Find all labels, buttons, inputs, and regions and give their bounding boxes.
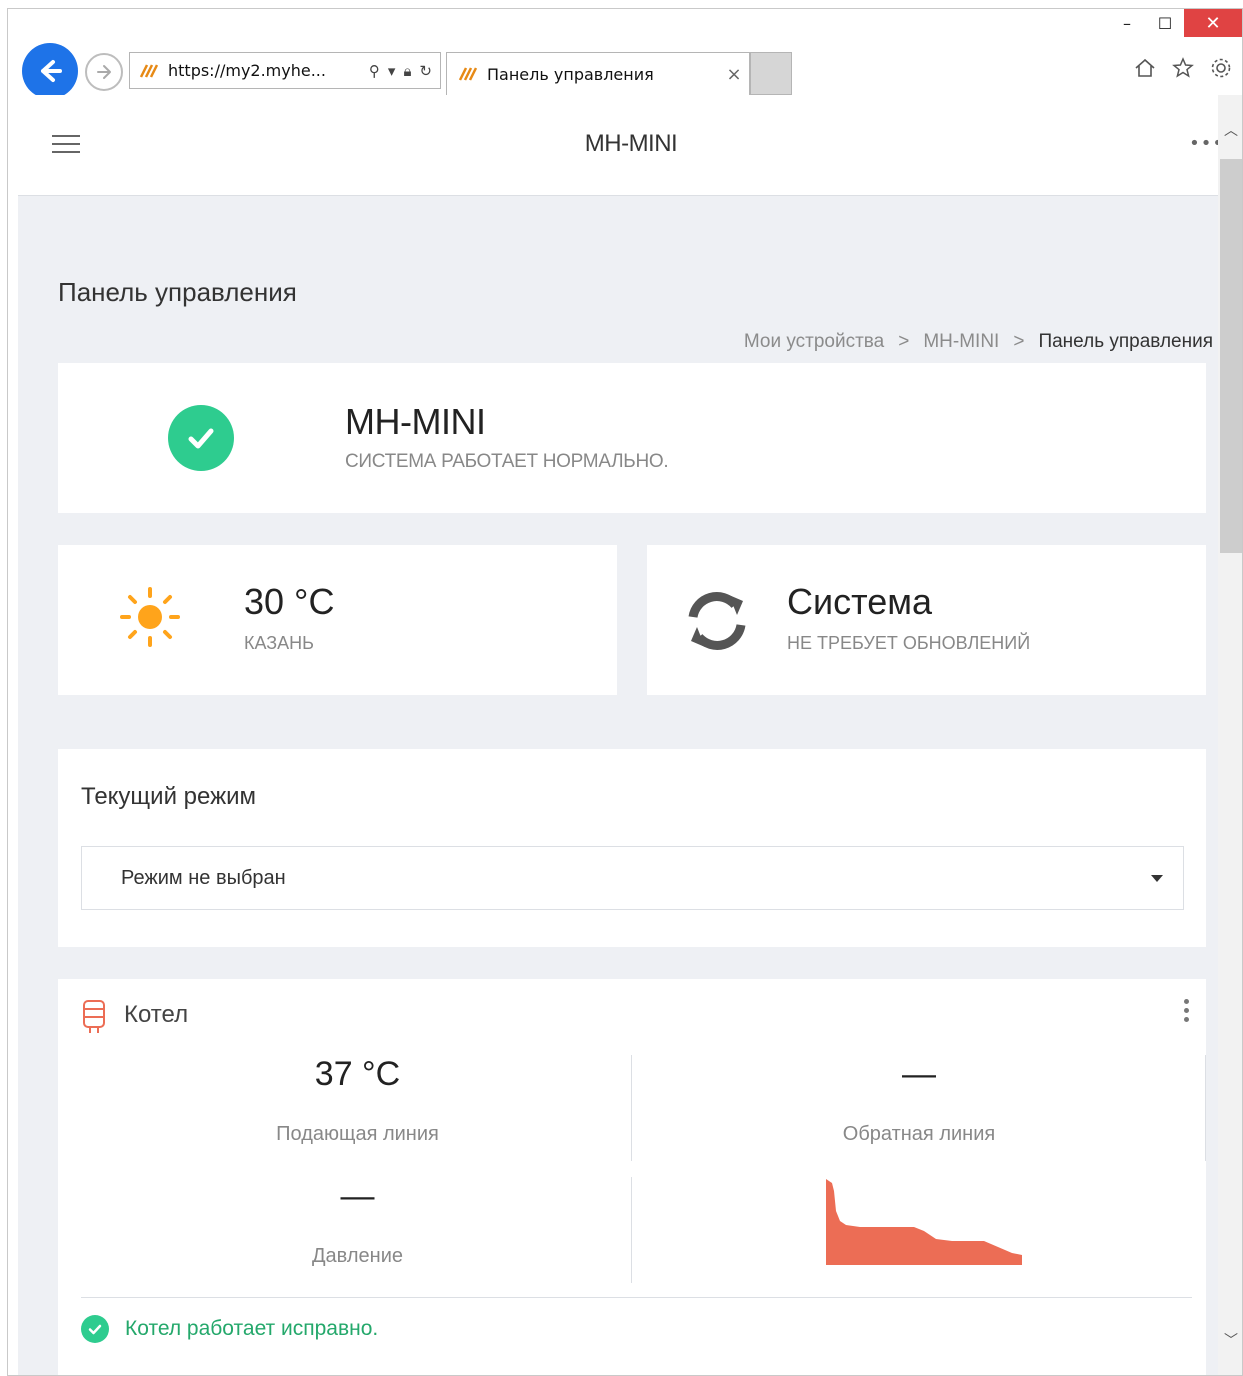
back-arrow-icon[interactable]: [22, 43, 78, 99]
more-options-icon[interactable]: •••: [1189, 133, 1218, 154]
boiler-title: Котел: [124, 1001, 189, 1028]
breadcrumb-separator: >: [898, 331, 910, 352]
page-viewport: MH-MINI ••• Панель управления Мои устрой…: [18, 95, 1218, 1375]
scroll-up-icon[interactable]: ︿: [1218, 115, 1242, 145]
browser-toolbar-icons: [1132, 55, 1234, 81]
maximize-icon[interactable]: ☐: [1146, 9, 1184, 37]
check-circle-icon: [81, 1315, 109, 1343]
boiler-history-sparkline: [826, 1179, 1022, 1265]
search-icon[interactable]: ⚲: [369, 62, 380, 80]
divider: [1205, 1055, 1206, 1161]
check-circle-icon: [168, 405, 234, 471]
mode-select-value: Режим не выбран: [121, 866, 286, 889]
site-favicon-icon: [139, 63, 158, 78]
supply-line-cell: 37 °C Подающая линия: [81, 1055, 634, 1146]
boiler-card: Котел 37 °C Подающая линия — Обратная ли…: [58, 979, 1206, 1375]
dropdown-icon[interactable]: ▾: [388, 62, 396, 80]
scrollbar-thumb[interactable]: [1220, 159, 1242, 553]
boiler-status-message: Котел работает исправно.: [125, 1317, 379, 1340]
breadcrumb-item-devices[interactable]: Мои устройства: [744, 331, 884, 353]
chevron-down-icon: [1151, 875, 1163, 882]
sun-icon: [120, 587, 180, 647]
browser-chrome: – ☐ ✕ https://my2.myhe... ⚲ ▾ 🔒︎ ↻ Панел…: [8, 9, 1242, 99]
weather-card: 30 °C КАЗАНЬ: [58, 545, 617, 695]
pressure-value: —: [340, 1177, 375, 1215]
lock-icon[interactable]: 🔒︎: [403, 62, 411, 80]
tab-title: Панель управления: [487, 64, 654, 84]
forward-arrow-icon[interactable]: [85, 53, 123, 91]
device-status-card: MH-MINI СИСТЕМА РАБОТАЕТ НОРМАЛЬНО.: [58, 363, 1206, 513]
scroll-down-icon[interactable]: ﹀: [1218, 1325, 1242, 1355]
divider: [631, 1177, 632, 1283]
pressure-cell: — Давление: [81, 1177, 634, 1268]
mode-select[interactable]: Режим не выбран: [81, 846, 1184, 910]
system-title: Система: [787, 581, 932, 622]
boiler-menu-icon[interactable]: [1184, 999, 1190, 1023]
address-bar[interactable]: https://my2.myhe... ⚲ ▾ 🔒︎ ↻: [129, 52, 441, 89]
system-update-status: НЕ ТРЕБУЕТ ОБНОВЛЕНИЙ: [787, 633, 1031, 653]
sync-icon: [688, 592, 746, 650]
system-update-card: Система НЕ ТРЕБУЕТ ОБНОВЛЕНИЙ: [647, 545, 1206, 695]
breadcrumb-separator: >: [1013, 331, 1025, 352]
home-icon[interactable]: [1132, 55, 1158, 81]
url-text[interactable]: https://my2.myhe...: [168, 61, 369, 80]
close-window-icon[interactable]: ✕: [1184, 9, 1242, 37]
current-mode-label: Текущий режим: [81, 783, 257, 810]
return-line-cell: — Обратная линия: [632, 1055, 1206, 1146]
window-controls: – ☐ ✕: [1108, 9, 1242, 39]
weather-temperature: 30 °C: [244, 581, 335, 622]
minimize-icon[interactable]: –: [1108, 9, 1146, 37]
current-mode-card: Текущий режим Режим не выбран: [58, 749, 1206, 947]
weather-city: КАЗАНЬ: [244, 633, 314, 653]
breadcrumb: Мои устройства > MH-MINI > Панель управл…: [744, 331, 1213, 353]
breadcrumb-item-device[interactable]: MH-MINI: [923, 331, 999, 353]
tab-favicon-icon: [458, 67, 477, 81]
return-line-value: —: [902, 1055, 936, 1093]
app-header: MH-MINI •••: [18, 95, 1218, 196]
refresh-icon[interactable]: ↻: [419, 62, 432, 80]
app-title: MH-MINI: [584, 130, 678, 157]
divider: [81, 1297, 1192, 1298]
supply-line-value: 37 °C: [314, 1055, 401, 1093]
supply-line-label: Подающая линия: [276, 1123, 439, 1145]
return-line-label: Обратная линия: [842, 1123, 996, 1145]
device-status-message: СИСТЕМА РАБОТАЕТ НОРМАЛЬНО.: [345, 451, 669, 472]
pressure-label: Давление: [312, 1245, 403, 1267]
page-title: Панель управления: [58, 277, 297, 307]
gear-icon[interactable]: [1208, 55, 1234, 81]
breadcrumb-item-current: Панель управления: [1038, 331, 1213, 352]
star-icon[interactable]: [1170, 55, 1196, 81]
new-tab-button[interactable]: [750, 52, 792, 95]
browser-window: – ☐ ✕ https://my2.myhe... ⚲ ▾ 🔒︎ ↻ Панел…: [7, 8, 1243, 1376]
browser-tab[interactable]: Панель управления ×: [446, 52, 750, 95]
device-name: MH-MINI: [345, 401, 486, 442]
boiler-status: Котел работает исправно.: [81, 1315, 378, 1343]
tab-close-icon[interactable]: ×: [719, 64, 749, 85]
vertical-scrollbar[interactable]: ︿ ﹀: [1218, 95, 1242, 1375]
boiler-icon: [83, 1000, 105, 1033]
